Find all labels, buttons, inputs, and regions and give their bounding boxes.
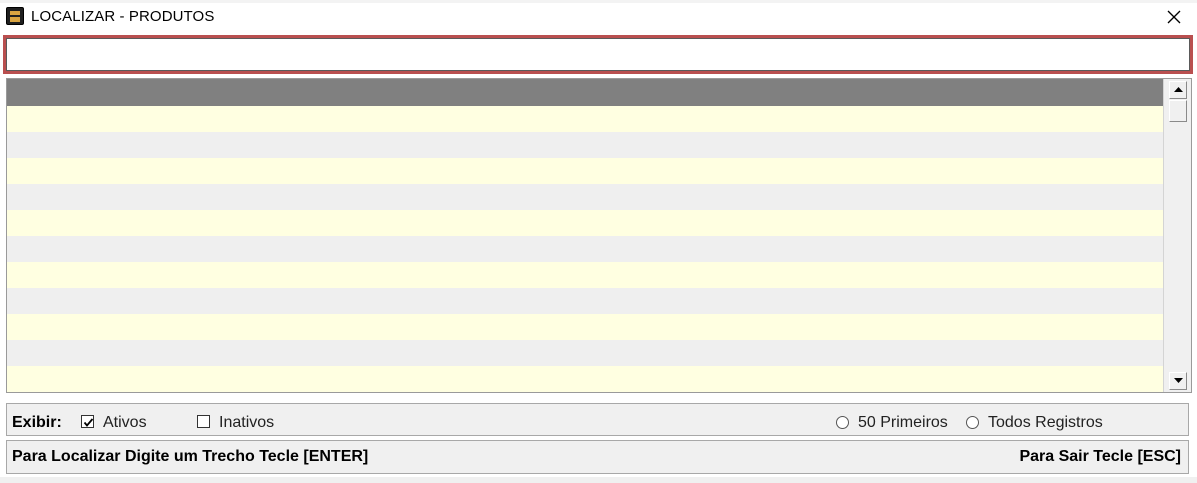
grid-rows bbox=[7, 106, 1163, 393]
scroll-up-button[interactable] bbox=[1169, 81, 1187, 99]
vertical-scrollbar[interactable] bbox=[1163, 79, 1191, 392]
arrow-up-icon bbox=[1174, 87, 1183, 92]
results-grid[interactable] bbox=[6, 78, 1192, 393]
active-checkbox[interactable] bbox=[81, 415, 94, 428]
search-input[interactable] bbox=[6, 38, 1190, 71]
checkmark-icon bbox=[83, 418, 94, 427]
exit-hint: Para Sair Tecle [ESC] bbox=[1019, 448, 1181, 465]
search-field-frame bbox=[3, 35, 1193, 74]
table-row[interactable] bbox=[7, 236, 1163, 262]
window-bottom-edge bbox=[0, 477, 1197, 483]
table-row[interactable] bbox=[7, 288, 1163, 314]
all-records-radio-label[interactable]: Todos Registros bbox=[988, 414, 1103, 432]
table-row[interactable] bbox=[7, 314, 1163, 340]
title-bar: LOCALIZAR - PRODUTOS bbox=[0, 3, 1197, 31]
arrow-down-icon bbox=[1174, 378, 1183, 383]
close-button[interactable] bbox=[1151, 3, 1197, 31]
table-row[interactable] bbox=[7, 262, 1163, 288]
inactive-checkbox[interactable] bbox=[197, 415, 210, 428]
status-bar: Para Localizar Digite um Trecho Tecle [E… bbox=[6, 440, 1189, 474]
window-title: LOCALIZAR - PRODUTOS bbox=[31, 8, 215, 25]
first-50-radio-label[interactable]: 50 Primeiros bbox=[858, 414, 948, 432]
table-row[interactable] bbox=[7, 158, 1163, 184]
table-row[interactable] bbox=[7, 106, 1163, 132]
first-50-radio[interactable] bbox=[836, 416, 849, 429]
scroll-down-button[interactable] bbox=[1169, 372, 1187, 390]
display-label: Exibir: bbox=[12, 414, 62, 431]
app-icon[interactable] bbox=[6, 7, 24, 25]
table-row[interactable] bbox=[7, 366, 1163, 392]
inactive-checkbox-label[interactable]: Inativos bbox=[219, 414, 274, 432]
table-row[interactable] bbox=[7, 132, 1163, 158]
display-options-bar: Exibir: Ativos Inativos 50 Primeiros Tod… bbox=[6, 403, 1189, 436]
close-icon bbox=[1167, 10, 1181, 24]
active-checkbox-label[interactable]: Ativos bbox=[103, 414, 147, 432]
all-records-radio[interactable] bbox=[966, 416, 979, 429]
scroll-thumb[interactable] bbox=[1169, 100, 1187, 122]
grid-header bbox=[7, 79, 1163, 106]
table-row[interactable] bbox=[7, 210, 1163, 236]
table-row[interactable] bbox=[7, 340, 1163, 366]
table-row[interactable] bbox=[7, 184, 1163, 210]
search-hint: Para Localizar Digite um Trecho Tecle [E… bbox=[12, 448, 369, 465]
table-row[interactable] bbox=[7, 392, 1163, 393]
